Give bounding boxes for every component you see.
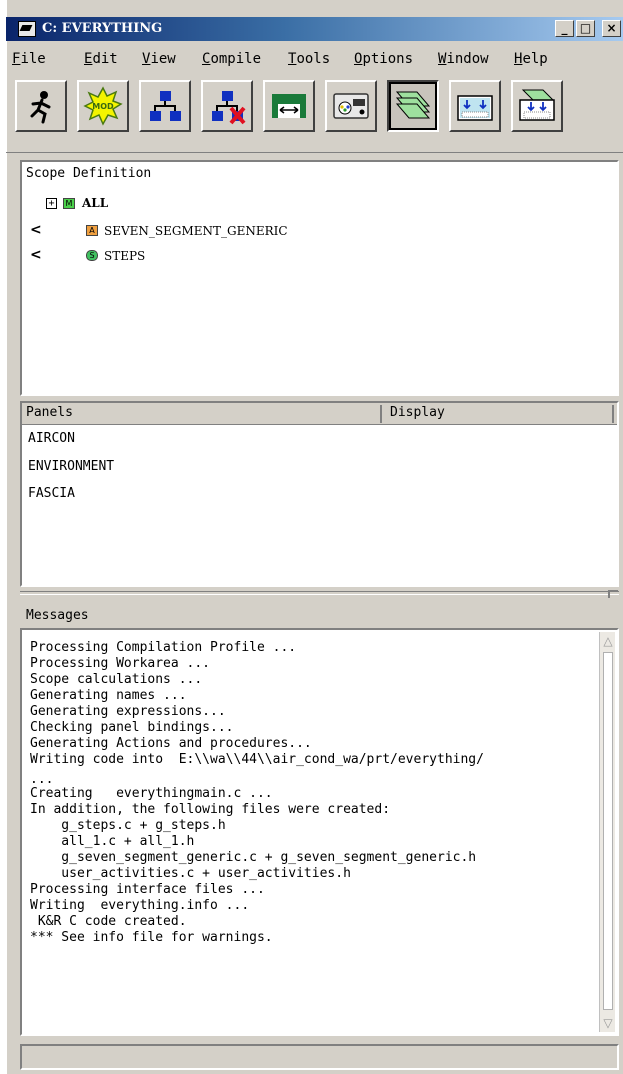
activity-badge-icon: A [86,225,98,236]
message-line: Generating expressions... [30,704,226,719]
message-line: Generating Actions and procedures... [30,736,312,751]
menu-view[interactable]: View [142,51,176,67]
hierarchy-delete-button[interactable] [201,80,253,132]
close-button[interactable]: × [602,20,621,37]
tree-item-label: STEPS [104,249,146,263]
panel-transfer-button[interactable] [263,80,315,132]
import-panel-icon [457,95,493,121]
menu-edit[interactable]: Edit [84,51,118,67]
hierarchy-icon [150,91,181,121]
gauge-panel-icon [333,93,369,119]
menu-options[interactable]: Options [354,51,413,67]
app-icon[interactable] [18,21,36,37]
menu-file[interactable]: File [12,51,46,67]
panels-header: Panels Display [22,403,617,425]
column-header-display[interactable]: Display [386,405,614,423]
mod-button[interactable]: MOD [77,80,129,132]
message-line: Writing everything.info ... [30,898,250,913]
menu-tools[interactable]: Tools [288,51,330,67]
mod-burst-icon: MOD [83,86,123,126]
messages-label: Messages [26,608,89,623]
message-line: K&R C code created. [30,914,187,929]
message-line: Generating names ... [30,688,187,703]
message-line: *** See info file for warnings. [30,930,273,945]
toolbar: MOD [6,79,623,153]
message-line: user_activities.c + user_activities.h [30,866,351,881]
chevron-left-icon: < [30,222,42,238]
tree-item-label: SEVEN_SEGMENT_GENERIC [104,224,288,238]
scroll-down-icon[interactable]: ▽ [600,1014,616,1032]
module-badge-icon: M [63,198,75,209]
menu-bar: File Edit View Compile Tools Options Win… [6,51,623,71]
tree-item-label: ALL [82,196,109,210]
scope-definition-label: Scope Definition [26,166,152,181]
list-item[interactable]: ENVIRONMENT [28,459,114,474]
chevron-left-icon: < [30,247,42,263]
scroll-up-icon[interactable]: △ [600,632,616,650]
statechart-badge-icon: S [86,250,98,261]
message-line: g_seven_segment_generic.c + g_seven_segm… [30,850,477,865]
status-bar [20,1044,619,1070]
scope-definition-pane[interactable]: Scope Definition + M ALL < A SEVEN_SEGME… [20,160,619,396]
column-header-panels[interactable]: Panels [26,405,382,423]
message-line: Writing code into E:\\wa\\44\\air_cond_w… [30,752,484,767]
title-bar[interactable]: C: EVERYTHING _ □ × [6,17,623,41]
export-panel-button[interactable] [511,80,563,132]
import-panel-button[interactable] [449,80,501,132]
hierarchy-delete-icon [212,91,246,125]
run-button[interactable] [15,80,67,132]
maximize-button[interactable]: □ [576,20,595,37]
messages-pane[interactable]: Processing Compilation Profile ... Proce… [20,628,619,1036]
menu-window[interactable]: Window [438,51,489,67]
list-item[interactable]: AIRCON [28,431,75,446]
export-panel-icon [519,89,555,121]
menu-help[interactable]: Help [514,51,548,67]
svg-text:MOD: MOD [92,102,114,111]
resize-grip-icon[interactable] [608,590,618,598]
message-line: In addition, the following files were cr… [30,802,391,817]
panels-pane[interactable]: Panels Display AIRCON ENVIRONMENT FASCIA [20,401,619,587]
message-line: all_1.c + all_1.h [30,834,195,849]
vertical-scrollbar[interactable]: △ ▽ [599,632,615,1032]
list-item[interactable]: FASCIA [28,486,75,501]
message-line: Processing Workarea ... [30,656,211,671]
message-line: Scope calculations ... [30,672,203,687]
message-line: Processing interface files ... [30,882,265,897]
message-line: g_steps.c + g_steps.h [30,818,226,833]
pane-splitter[interactable] [20,591,619,595]
hierarchy-button[interactable] [139,80,191,132]
expand-icon[interactable]: + [46,198,57,209]
message-line: Creating everythingmain.c ... [30,786,273,801]
running-man-icon [30,91,51,124]
message-line: Checking panel bindings... [30,720,234,735]
gauge-panel-button[interactable] [325,80,377,132]
window-title: C: EVERYTHING [42,21,163,36]
scroll-track[interactable] [603,652,613,1010]
panel-transfer-icon [272,94,306,118]
stacked-pages-button[interactable] [387,80,439,132]
menu-compile[interactable]: Compile [202,51,261,67]
message-line: Processing Compilation Profile ... [30,640,297,655]
stacked-pages-icon [395,91,431,119]
minimize-button[interactable]: _ [555,20,574,37]
